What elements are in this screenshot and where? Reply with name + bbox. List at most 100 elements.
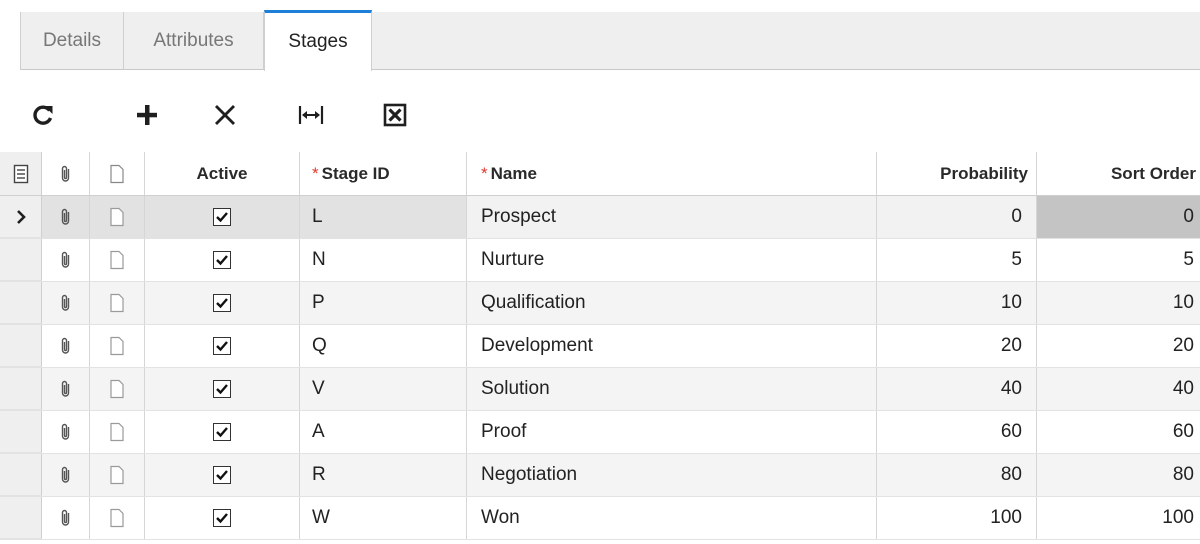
- sort-order-cell[interactable]: 40: [1037, 368, 1200, 410]
- row-selector[interactable]: [0, 454, 42, 496]
- attachments-cell[interactable]: [42, 411, 90, 453]
- sort-order-column-header[interactable]: Sort Order: [1037, 152, 1200, 195]
- active-cell[interactable]: [145, 497, 300, 539]
- stage-id-cell[interactable]: N: [300, 239, 467, 281]
- active-checkbox[interactable]: [213, 509, 231, 527]
- tab-attributes[interactable]: Attributes: [124, 12, 264, 70]
- active-checkbox[interactable]: [213, 337, 231, 355]
- stage-id-cell[interactable]: P: [300, 282, 467, 324]
- attachments-cell[interactable]: [42, 239, 90, 281]
- attachments-cell[interactable]: [42, 497, 90, 539]
- attachments-cell[interactable]: [42, 454, 90, 496]
- sort-order-cell[interactable]: 0: [1037, 196, 1200, 238]
- attachments-cell[interactable]: [42, 196, 90, 238]
- table-row[interactable]: Q Development 20 20: [0, 325, 1200, 368]
- name-cell[interactable]: Prospect: [467, 196, 877, 238]
- sort-order-cell[interactable]: 5: [1037, 239, 1200, 281]
- table-row[interactable]: R Negotiation 80 80: [0, 454, 1200, 497]
- stage-id-value: V: [312, 378, 325, 399]
- active-checkbox[interactable]: [213, 251, 231, 269]
- active-cell[interactable]: [145, 239, 300, 281]
- notes-cell[interactable]: [90, 411, 145, 453]
- name-cell[interactable]: Proof: [467, 411, 877, 453]
- sort-order-cell[interactable]: 100: [1037, 497, 1200, 539]
- probability-cell[interactable]: 20: [877, 325, 1037, 367]
- active-checkbox[interactable]: [213, 380, 231, 398]
- row-selector[interactable]: [0, 497, 42, 539]
- row-selector-header[interactable]: [0, 152, 42, 195]
- tab-stages[interactable]: Stages: [264, 10, 372, 71]
- active-checkbox[interactable]: [213, 466, 231, 484]
- stage-id-cell[interactable]: V: [300, 368, 467, 410]
- name-cell[interactable]: Solution: [467, 368, 877, 410]
- probability-column-header[interactable]: Probability: [877, 152, 1037, 195]
- active-checkbox[interactable]: [213, 294, 231, 312]
- active-cell[interactable]: [145, 454, 300, 496]
- name-column-header[interactable]: * Name: [467, 152, 877, 195]
- probability-header-label: Probability: [940, 163, 1028, 183]
- attachments-cell[interactable]: [42, 368, 90, 410]
- name-cell[interactable]: Qualification: [467, 282, 877, 324]
- active-cell[interactable]: [145, 196, 300, 238]
- probability-cell[interactable]: 10: [877, 282, 1037, 324]
- row-selector[interactable]: [0, 239, 42, 281]
- attachments-cell[interactable]: [42, 325, 90, 367]
- sort-order-cell[interactable]: 60: [1037, 411, 1200, 453]
- name-cell[interactable]: Won: [467, 497, 877, 539]
- active-cell[interactable]: [145, 368, 300, 410]
- delete-row-button[interactable]: [200, 92, 250, 138]
- active-cell[interactable]: [145, 325, 300, 367]
- notes-cell[interactable]: [90, 196, 145, 238]
- notes-cell[interactable]: [90, 239, 145, 281]
- table-row[interactable]: V Solution 40 40: [0, 368, 1200, 411]
- grid-header-row: Active * Stage ID * Name Probability Sort O…: [0, 152, 1200, 196]
- stage-id-cell[interactable]: A: [300, 411, 467, 453]
- row-selector[interactable]: [0, 282, 42, 324]
- name-cell[interactable]: Negotiation: [467, 454, 877, 496]
- stage-id-cell[interactable]: W: [300, 497, 467, 539]
- notes-cell[interactable]: [90, 497, 145, 539]
- row-selector[interactable]: [0, 368, 42, 410]
- notes-cell[interactable]: [90, 325, 145, 367]
- sort-order-cell[interactable]: 10: [1037, 282, 1200, 324]
- stage-id-column-header[interactable]: * Stage ID: [300, 152, 467, 195]
- stage-id-cell[interactable]: Q: [300, 325, 467, 367]
- active-checkbox[interactable]: [213, 208, 231, 226]
- name-value: Development: [481, 335, 593, 356]
- name-cell[interactable]: Development: [467, 325, 877, 367]
- active-cell[interactable]: [145, 411, 300, 453]
- attachments-column-header[interactable]: [42, 152, 90, 195]
- name-cell[interactable]: Nurture: [467, 239, 877, 281]
- probability-cell[interactable]: 60: [877, 411, 1037, 453]
- probability-cell[interactable]: 40: [877, 368, 1037, 410]
- row-selector[interactable]: [0, 411, 42, 453]
- refresh-button[interactable]: [18, 92, 68, 138]
- row-selector[interactable]: [0, 196, 42, 238]
- stage-id-cell[interactable]: R: [300, 454, 467, 496]
- table-row[interactable]: P Qualification 10 10: [0, 282, 1200, 325]
- row-selector[interactable]: [0, 325, 42, 367]
- sort-order-cell[interactable]: 20: [1037, 325, 1200, 367]
- notes-column-header[interactable]: [90, 152, 145, 195]
- export-to-excel-button[interactable]: [370, 92, 420, 138]
- active-column-header[interactable]: Active: [145, 152, 300, 195]
- fit-to-screen-button[interactable]: [286, 92, 336, 138]
- notes-cell[interactable]: [90, 368, 145, 410]
- attachments-cell[interactable]: [42, 282, 90, 324]
- table-row[interactable]: N Nurture 5 5: [0, 239, 1200, 282]
- table-row[interactable]: A Proof 60 60: [0, 411, 1200, 454]
- probability-cell[interactable]: 80: [877, 454, 1037, 496]
- probability-cell[interactable]: 100: [877, 497, 1037, 539]
- probability-cell[interactable]: 0: [877, 196, 1037, 238]
- stage-id-cell[interactable]: L: [300, 196, 467, 238]
- notes-cell[interactable]: [90, 282, 145, 324]
- probability-cell[interactable]: 5: [877, 239, 1037, 281]
- table-row[interactable]: W Won 100 100: [0, 497, 1200, 540]
- notes-cell[interactable]: [90, 454, 145, 496]
- active-checkbox[interactable]: [213, 423, 231, 441]
- add-row-button[interactable]: [122, 92, 172, 138]
- sort-order-cell[interactable]: 80: [1037, 454, 1200, 496]
- tab-details[interactable]: Details: [20, 12, 124, 70]
- table-row[interactable]: L Prospect 0 0: [0, 196, 1200, 239]
- active-cell[interactable]: [145, 282, 300, 324]
